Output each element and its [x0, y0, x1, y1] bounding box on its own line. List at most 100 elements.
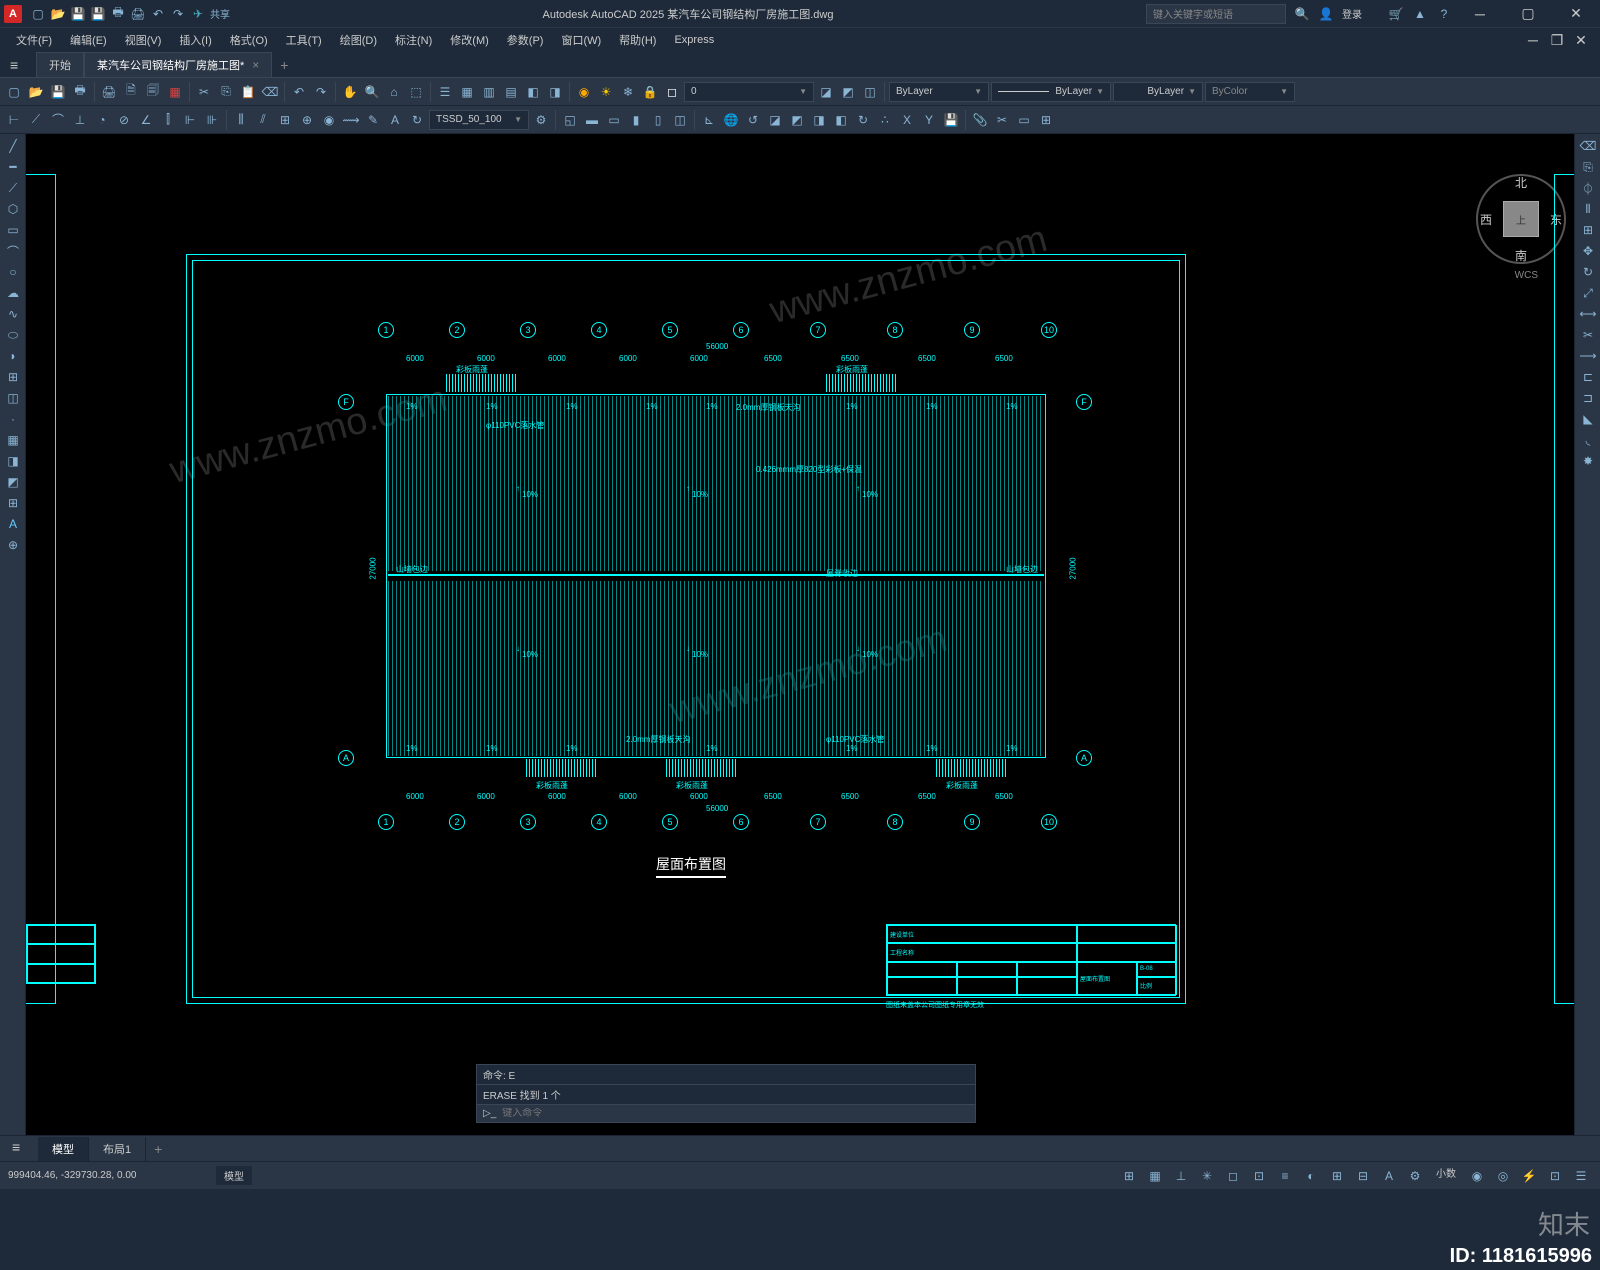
ssm-icon[interactable]: ▤	[501, 82, 521, 102]
freeze-icon[interactable]: ❄	[618, 82, 638, 102]
hatch-icon[interactable]: ▦	[2, 430, 24, 450]
close-button[interactable]: ✕	[1556, 0, 1596, 28]
rect-icon[interactable]: ▭	[2, 220, 24, 240]
ucs-face-icon[interactable]: ◪	[765, 110, 785, 130]
arc-icon[interactable]: ⌒	[2, 241, 24, 261]
dim-rad-icon[interactable]: ◔	[92, 110, 112, 130]
menu-view[interactable]: 视图(V)	[117, 30, 170, 50]
tol-icon[interactable]: ⊞	[275, 110, 295, 130]
menu-window[interactable]: 窗口(W)	[553, 30, 609, 50]
lock-icon[interactable]: 🔒	[640, 82, 660, 102]
zoomwin-icon[interactable]: ⌂	[384, 82, 404, 102]
dimtedit-icon[interactable]: A	[385, 110, 405, 130]
ref-clip-icon[interactable]: ✂	[992, 110, 1012, 130]
line-icon[interactable]: ╱	[2, 136, 24, 156]
dim-linear-icon[interactable]: ⊢	[4, 110, 24, 130]
zoomext-icon[interactable]: ⬚	[406, 82, 426, 102]
addsel-icon[interactable]: ⊕	[2, 535, 24, 555]
dc-icon[interactable]: ▦	[457, 82, 477, 102]
redo-icon[interactable]: ↷	[170, 6, 186, 22]
layerprev-icon[interactable]: ◫	[860, 82, 880, 102]
cart-icon[interactable]: 🛒	[1388, 6, 1404, 22]
save-icon[interactable]: 💾	[48, 82, 68, 102]
spline-icon[interactable]: ∿	[2, 304, 24, 324]
props-icon[interactable]: ☰	[435, 82, 455, 102]
dim-arc-icon[interactable]: ⌒	[48, 110, 68, 130]
maximize-button[interactable]: ▢	[1508, 0, 1548, 28]
menu-min-icon[interactable]: ─	[1522, 30, 1544, 50]
cloud-icon[interactable]: ▲	[1412, 6, 1428, 22]
qp-icon[interactable]: ⊞	[1326, 1165, 1348, 1187]
layer-prop-icon[interactable]: ◉	[574, 82, 594, 102]
custom-icon[interactable]: ☰	[1570, 1165, 1592, 1187]
menu-tools[interactable]: 工具(T)	[278, 30, 330, 50]
ucs-world-icon[interactable]: 🌐	[721, 110, 741, 130]
ucs-view-icon[interactable]: ◨	[809, 110, 829, 130]
tab-start[interactable]: 开始	[36, 52, 84, 77]
dimstyle-combo[interactable]: TSSD_50_100▼	[429, 110, 529, 130]
scale-icon[interactable]: ⤢	[1577, 283, 1599, 303]
view-cube[interactable]: 北 南 东 西 上	[1476, 174, 1566, 264]
copy-obj-icon[interactable]: ⎘	[1577, 157, 1599, 177]
menu-help[interactable]: 帮助(H)	[611, 30, 664, 50]
dim-ang-icon[interactable]: ∠	[136, 110, 156, 130]
menu-express[interactable]: Express	[666, 32, 722, 48]
anno-icon[interactable]: A	[1378, 1165, 1400, 1187]
layeriso-icon[interactable]: ◪	[816, 82, 836, 102]
dim-quick-icon[interactable]: ⫿	[158, 110, 178, 130]
saveas-icon[interactable]: 💾	[90, 6, 106, 22]
open-icon[interactable]: 📂	[50, 6, 66, 22]
share-label[interactable]: 共享	[210, 6, 230, 22]
markup-icon[interactable]: ◧	[523, 82, 543, 102]
layer-color-icon[interactable]: ◻	[662, 82, 682, 102]
open-icon[interactable]: 📂	[26, 82, 46, 102]
pan-icon[interactable]: ✋	[340, 82, 360, 102]
offset-icon[interactable]: ⫴	[1577, 199, 1599, 219]
match-icon[interactable]: ⌫	[260, 82, 280, 102]
redo2-icon[interactable]: ↷	[311, 82, 331, 102]
menu-restore-icon[interactable]: ❐	[1546, 30, 1568, 50]
polar-icon[interactable]: ✳	[1196, 1165, 1218, 1187]
circle-icon[interactable]: ○	[2, 262, 24, 282]
gradient-icon[interactable]: ◨	[2, 451, 24, 471]
lwt-icon[interactable]: ≡	[1274, 1165, 1296, 1187]
hamburger-icon[interactable]: ≡	[10, 57, 30, 77]
sun-icon[interactable]: ☀	[596, 82, 616, 102]
publish-icon[interactable]: 🗐	[143, 82, 163, 102]
cube-top[interactable]: 上	[1503, 201, 1539, 237]
snap-mode-icon[interactable]: ▦	[1144, 1165, 1166, 1187]
break-icon[interactable]: ⊏	[1577, 367, 1599, 387]
ortho-icon[interactable]: ⊥	[1170, 1165, 1192, 1187]
ellipse-icon[interactable]: ⬭	[2, 325, 24, 345]
dimupdate-icon[interactable]: ↻	[407, 110, 427, 130]
dim-cont-icon[interactable]: ⊪	[202, 110, 222, 130]
menu-param[interactable]: 参数(P)	[499, 30, 552, 50]
chamfer-icon[interactable]: ◣	[1577, 409, 1599, 429]
help-search-input[interactable]: 键入关键字或短语	[1146, 4, 1286, 24]
grid-mode-icon[interactable]: ⊞	[1118, 1165, 1140, 1187]
qcalc-icon[interactable]: ◨	[545, 82, 565, 102]
ucs-save-icon[interactable]: 💾	[941, 110, 961, 130]
trim-icon[interactable]: ✂	[1577, 325, 1599, 345]
clean-icon[interactable]: ⊡	[1544, 1165, 1566, 1187]
send-icon[interactable]: ✈	[190, 6, 206, 22]
transparency-icon[interactable]: ◐	[1300, 1165, 1322, 1187]
ref-frame-icon[interactable]: ▭	[1014, 110, 1034, 130]
dim-base-icon[interactable]: ⊩	[180, 110, 200, 130]
dim-ord-icon[interactable]: ⊥	[70, 110, 90, 130]
paste-icon[interactable]: 📋	[238, 82, 258, 102]
vp3-icon[interactable]: ▮	[626, 110, 646, 130]
menu-draw[interactable]: 绘图(D)	[332, 30, 385, 50]
status-model-label[interactable]: 模型	[216, 1166, 252, 1185]
user-icon[interactable]: 👤	[1318, 6, 1334, 22]
tab-drawing[interactable]: 某汽车公司钢结构厂房施工图* ×	[84, 52, 272, 77]
center-icon[interactable]: ⊕	[297, 110, 317, 130]
insert-icon[interactable]: ⊞	[2, 367, 24, 387]
ellipsearc-icon[interactable]: ◗	[2, 346, 24, 366]
command-line[interactable]: 命令: E ERASE 找到 1 个 ▷_	[476, 1064, 976, 1123]
layermatch-icon[interactable]: ◩	[838, 82, 858, 102]
ucs-orig-icon[interactable]: ◧	[831, 110, 851, 130]
revcloud-icon[interactable]: ☁	[2, 283, 24, 303]
explode-icon[interactable]: ✸	[1577, 451, 1599, 471]
new-icon[interactable]: ▢	[30, 6, 46, 22]
